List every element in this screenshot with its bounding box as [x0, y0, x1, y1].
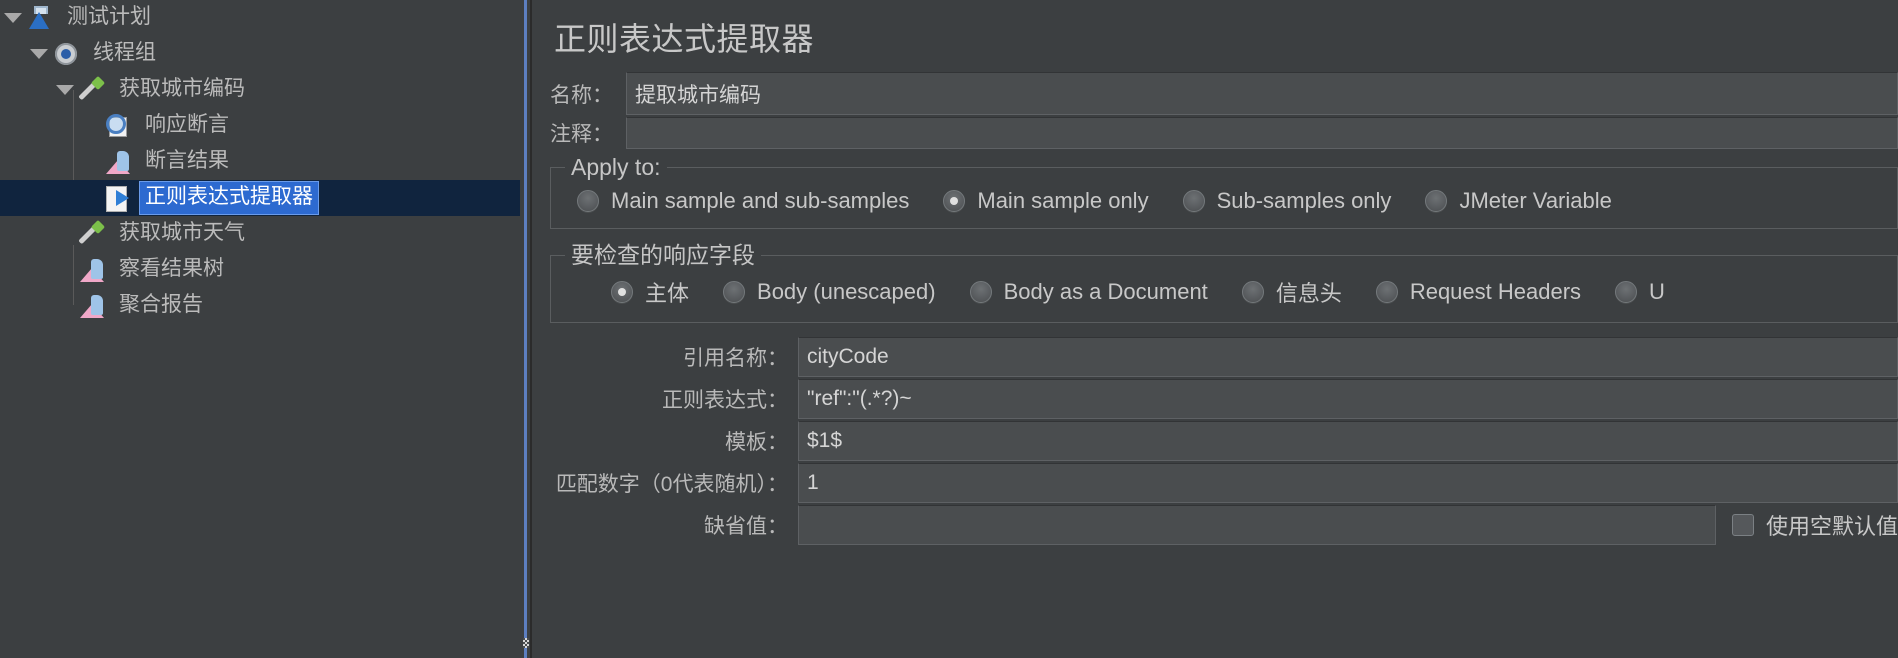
tree-item-get-city-code[interactable]: 获取城市编码	[0, 72, 520, 108]
split-pane-divider-bar	[524, 0, 527, 658]
chart-icon	[78, 292, 108, 320]
match-number-input[interactable]: 1	[798, 463, 1898, 503]
radio-label: 信息头	[1275, 281, 1342, 306]
match-number-row: 匹配数字（0代表随机）： 1	[550, 463, 1898, 503]
reference-name-label: 引用名称：	[683, 347, 788, 370]
tree-item-get-city-weather[interactable]: 获取城市天气	[0, 216, 520, 252]
radio-label: Main sample only	[977, 188, 1149, 213]
template-row: 模板： $1$	[550, 421, 1898, 461]
regex-extractor-editor: 正则表达式提取器 名称： 提取城市编码 注释： Apply to: Main s…	[532, 0, 1898, 658]
expand-toggle-icon[interactable]	[0, 13, 26, 23]
radio-label: JMeter Variable	[1459, 188, 1612, 213]
extractor-icon	[104, 184, 134, 212]
split-pane-divider[interactable]	[520, 0, 530, 658]
radio-label: Sub-samples only	[1216, 188, 1392, 213]
tree-item-label: 获取城市天气	[119, 221, 245, 244]
tree-item-label: 响应断言	[145, 113, 229, 136]
radio-label: U	[1649, 279, 1665, 304]
split-pane-grip-icon[interactable]	[523, 638, 529, 648]
radio-button-icon[interactable]	[1375, 281, 1398, 303]
match-number-label: 匹配数字（0代表随机）：	[555, 473, 788, 496]
use-empty-default-checkbox[interactable]	[1731, 514, 1754, 536]
regular-expression-input[interactable]: "ref":"(.*?)~	[798, 379, 1898, 419]
chart-icon	[78, 256, 108, 284]
tree-item-assertion-results[interactable]: 断言结果	[0, 144, 520, 180]
gear-icon	[52, 40, 82, 68]
expand-toggle-icon[interactable]	[26, 49, 52, 59]
radio-sub-samples-only[interactable]: Sub-samples only	[1182, 188, 1392, 214]
tree-item-response-assertion[interactable]: 响应断言	[0, 108, 520, 144]
radio-headers[interactable]: 信息头	[1241, 276, 1342, 308]
radio-button-icon[interactable]	[1615, 281, 1638, 303]
tree-item-label: 线程组	[93, 41, 156, 64]
radio-body-as-a-document[interactable]: Body as a Document	[969, 279, 1208, 305]
tree-item-test-plan[interactable]: 测试计划	[0, 0, 520, 36]
radio-button-icon[interactable]	[1182, 190, 1205, 212]
name-label: 名称：	[550, 83, 613, 107]
flask-icon	[26, 4, 56, 32]
radio-label: Main sample and sub-samples	[611, 188, 910, 213]
radio-main-sample-and-sub-samples[interactable]: Main sample and sub-samples	[577, 188, 909, 214]
radio-button-icon[interactable]	[1425, 190, 1448, 212]
radio-main-sample-only[interactable]: Main sample only	[943, 188, 1149, 214]
radio-body-unescaped[interactable]: Body (unescaped)	[723, 279, 936, 305]
jmeter-window: 测试计划 线程组 获取城市编码 响应断言 断言结果 正则表达式提取器 获取城市天…	[0, 0, 1898, 658]
test-plan-tree[interactable]: 测试计划 线程组 获取城市编码 响应断言 断言结果 正则表达式提取器 获取城市天…	[0, 0, 520, 658]
comment-input[interactable]	[626, 117, 1898, 149]
expand-toggle-icon[interactable]	[52, 85, 78, 95]
regular-expression-row: 正则表达式： "ref":"(.*?)~	[550, 379, 1898, 419]
radio-button-icon[interactable]	[577, 190, 599, 212]
reference-name-row: 引用名称： cityCode	[550, 337, 1898, 377]
tree-item-label: 察看结果树	[119, 257, 224, 280]
use-empty-default-label: 使用空默认值	[1765, 514, 1898, 539]
radio-request-headers[interactable]: Request Headers	[1375, 279, 1582, 305]
pipette-icon	[78, 220, 108, 248]
radio-button-icon[interactable]	[1241, 281, 1264, 303]
radio-label: Body (unescaped)	[757, 279, 936, 304]
radio-button-icon[interactable]	[943, 190, 966, 212]
tree-item-label: 测试计划	[67, 5, 151, 28]
comment-label: 注释：	[550, 123, 613, 146]
template-input[interactable]: $1$	[798, 421, 1898, 461]
name-input[interactable]: 提取城市编码	[626, 72, 1898, 115]
radio-label: Body as a Document	[1003, 279, 1208, 304]
tree-item-label: 正则表达式提取器	[139, 181, 319, 215]
radio-button-icon[interactable]	[969, 281, 992, 303]
tree-item-thread-group[interactable]: 线程组	[0, 36, 520, 72]
response-field-group-title: 要检查的响应字段	[565, 242, 761, 268]
tree-item-view-results-tree[interactable]: 察看结果树	[0, 252, 520, 288]
default-value-row: 缺省值： 使用空默认值	[550, 505, 1898, 545]
magnifier-icon	[104, 112, 134, 140]
page-title: 正则表达式提取器	[554, 21, 815, 57]
apply-to-group: Apply to: Main sample and sub-samples Ma…	[550, 154, 1898, 229]
radio-button-icon[interactable]	[723, 281, 746, 303]
radio-label: Request Headers	[1409, 279, 1582, 304]
apply-to-radio-group: Main sample and sub-samples Main sample …	[551, 188, 1897, 214]
radio-label: 主体	[645, 281, 690, 306]
tree-item-label: 断言结果	[145, 149, 229, 172]
radio-body[interactable]: 主体	[611, 276, 689, 308]
template-label: 模板：	[725, 431, 788, 454]
extractor-fields: 引用名称： cityCode 正则表达式： "ref":"(.*?)~ 模板： …	[550, 337, 1898, 545]
chart-icon	[104, 148, 134, 176]
tree-item-label: 获取城市编码	[119, 77, 245, 100]
radio-url[interactable]: U	[1615, 279, 1665, 305]
use-empty-default-wrapper[interactable]: 使用空默认值	[1716, 505, 1898, 545]
response-field-group: 要检查的响应字段 主体 Body (unescaped) Body as a D…	[550, 242, 1898, 323]
radio-button-icon[interactable]	[611, 281, 633, 303]
default-value-label: 缺省值：	[704, 515, 788, 538]
default-value-input[interactable]	[798, 505, 1716, 545]
apply-to-group-title: Apply to:	[565, 154, 667, 180]
tree-item-label: 聚合报告	[119, 293, 203, 316]
name-row: 名称： 提取城市编码	[550, 72, 1898, 115]
pipette-icon	[78, 76, 108, 104]
regular-expression-label: 正则表达式：	[662, 389, 788, 412]
tree-item-aggregate-report[interactable]: 聚合报告	[0, 288, 520, 324]
comment-row: 注释：	[550, 117, 1898, 149]
radio-jmeter-variable[interactable]: JMeter Variable	[1425, 188, 1612, 214]
tree-item-regex-extractor[interactable]: 正则表达式提取器	[0, 180, 520, 216]
reference-name-input[interactable]: cityCode	[798, 337, 1898, 377]
response-field-radio-group: 主体 Body (unescaped) Body as a Document 信…	[551, 276, 1897, 308]
